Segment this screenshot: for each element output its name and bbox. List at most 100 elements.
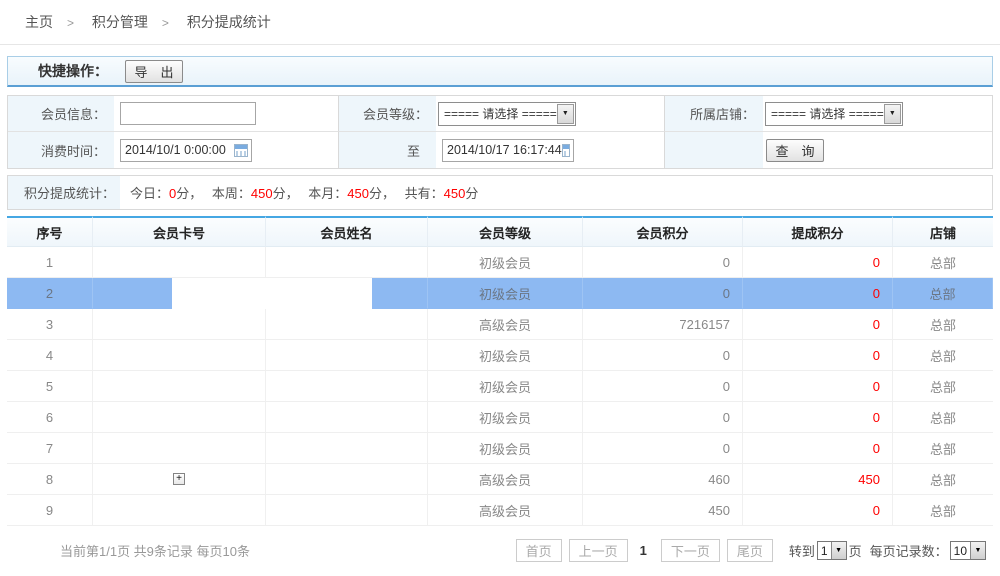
cell-name (266, 309, 428, 340)
table-header: 序号 会员卡号 会员姓名 会员等级 会员积分 提成积分 店铺 (7, 216, 993, 247)
calendar-icon[interactable] (562, 144, 570, 157)
cell-points: 0 (583, 247, 743, 278)
table-row[interactable]: 7 初级会员 0 0 总部 (7, 433, 993, 464)
cell-points: 0 (583, 433, 743, 464)
time-from-input[interactable]: 2014/10/1 0:00:00 (120, 139, 252, 162)
table-footer: 当前第1/1页 共9条记录 每页10条 首页 上一页 1 下一页 尾页 转到 1… (0, 526, 1000, 562)
store-cell: ===== 请选择 ===== ▼ (763, 96, 992, 132)
cell-name (266, 371, 428, 402)
cell-name (266, 433, 428, 464)
member-level-label: 会员等级： (338, 96, 436, 132)
col-header-card: 会员卡号 (93, 216, 266, 247)
cell-card (93, 371, 266, 402)
per-page-label: 每页记录数： (870, 541, 948, 560)
cell-level: 初级会员 (428, 371, 583, 402)
col-header-commission: 提成积分 (743, 216, 893, 247)
table-row[interactable]: 1 初级会员 0 0 总部 (7, 247, 993, 278)
table-row[interactable]: 4 初级会员 0 0 总部 (7, 340, 993, 371)
breadcrumb-current-page: 积分提成统计 (187, 14, 271, 30)
time-to-input[interactable]: 2014/10/17 16:17:44 (442, 139, 574, 162)
cell-card (93, 402, 266, 433)
export-button[interactable]: 导 出 (125, 60, 183, 83)
table-row[interactable]: 8 + 高级会员 460 450 总部 (7, 464, 993, 495)
table-body: 1 初级会员 0 0 总部 2 初级会员 0 0 总部 3 (7, 247, 993, 526)
page-summary: 当前第1/1页 共9条记录 每页10条 (60, 541, 250, 560)
cell-card (93, 340, 266, 371)
stats-items: 今日：0分， 本周：450分， 本月：450分， 共有：450分 (120, 183, 484, 202)
time-to-cell: 2014/10/17 16:17:44 (436, 132, 664, 168)
cell-level: 高级会员 (428, 309, 583, 340)
chevron-down-icon[interactable]: ▼ (884, 104, 901, 124)
cell-store: 总部 (893, 464, 993, 495)
cell-store: 总部 (893, 402, 993, 433)
chevron-down-icon[interactable]: ▼ (970, 542, 985, 559)
cell-points: 0 (583, 278, 743, 309)
goto-label: 转到 (789, 541, 815, 560)
goto-page-select[interactable]: 1 ▼ (817, 541, 847, 560)
breadcrumb-home[interactable]: 主页 (25, 14, 53, 30)
table-row[interactable]: 5 初级会员 0 0 总部 (7, 371, 993, 402)
breadcrumb-points-management[interactable]: 积分管理 (92, 14, 148, 30)
col-header-name: 会员姓名 (266, 216, 428, 247)
cell-card (93, 309, 266, 340)
table-row[interactable]: 3 高级会员 7216157 0 总部 (7, 309, 993, 340)
stats-bar: 积分提成统计： 今日：0分， 本周：450分， 本月：450分， 共有：450分 (7, 175, 993, 210)
member-level-select[interactable]: ===== 请选择 ===== ▼ (438, 102, 576, 126)
breadcrumb-separator: > (67, 16, 74, 30)
cell-level: 初级会员 (428, 278, 583, 309)
quick-actions-label: 快捷操作： (38, 61, 108, 81)
cell-commission: 0 (743, 371, 893, 402)
points-commission-page: 主页 > 积分管理 > 积分提成统计 快捷操作： 导 出 会员信息： 会员等级： =… (0, 0, 1000, 576)
cell-commission: 0 (743, 309, 893, 340)
cell-store: 总部 (893, 433, 993, 464)
cell-name (266, 464, 428, 495)
cell-commission: 450 (743, 464, 893, 495)
table-row[interactable]: 9 高级会员 450 0 总部 (7, 495, 993, 526)
cell-name (266, 402, 428, 433)
goto-page-value: 1 (818, 544, 831, 558)
member-info-cell (114, 96, 338, 132)
prev-page-button[interactable]: 上一页 (569, 539, 628, 562)
cell-index: 9 (7, 495, 93, 526)
table-row[interactable]: 6 初级会员 0 0 总部 (7, 402, 993, 433)
cell-index: 2 (7, 278, 93, 309)
stats-label: 积分提成统计： (8, 176, 120, 209)
chevron-down-icon[interactable]: ▼ (557, 104, 574, 124)
per-page-select[interactable]: 10 ▼ (950, 541, 986, 560)
redaction-overlay (172, 278, 372, 309)
cell-commission: 0 (743, 278, 893, 309)
time-to-value: 2014/10/17 16:17:44 (443, 143, 562, 157)
member-level-selected-value: ===== 请选择 ===== (439, 105, 557, 122)
search-button[interactable]: 查 询 (766, 139, 824, 162)
commission-table: 序号 会员卡号 会员姓名 会员等级 会员积分 提成积分 店铺 1 初级会员 0 … (7, 216, 993, 526)
member-info-input[interactable] (120, 102, 256, 125)
member-info-label: 会员信息： (8, 96, 114, 132)
filter-form: 会员信息： 会员等级： ===== 请选择 ===== ▼ 所属店铺： ====… (7, 95, 993, 169)
cell-level: 初级会员 (428, 433, 583, 464)
stats-week: 本周：450分， (212, 186, 299, 201)
table-row[interactable]: 2 初级会员 0 0 总部 (7, 278, 993, 309)
cell-index: 3 (7, 309, 93, 340)
search-cell: 查 询 (763, 132, 992, 168)
store-select[interactable]: ===== 请选择 ===== ▼ (765, 102, 903, 126)
last-page-button[interactable]: 尾页 (727, 539, 773, 562)
per-page-value: 10 (951, 544, 970, 558)
expand-icon[interactable]: + (173, 473, 185, 485)
stats-today: 今日：0分， (130, 186, 202, 201)
breadcrumb-separator: > (162, 16, 169, 30)
next-page-button[interactable]: 下一页 (661, 539, 720, 562)
col-header-level: 会员等级 (428, 216, 583, 247)
cell-level: 高级会员 (428, 464, 583, 495)
cell-commission: 0 (743, 495, 893, 526)
cell-index: 6 (7, 402, 93, 433)
calendar-icon[interactable] (234, 144, 248, 157)
quick-actions-bar: 快捷操作： 导 出 (7, 56, 993, 87)
first-page-button[interactable]: 首页 (516, 539, 562, 562)
cell-index: 1 (7, 247, 93, 278)
cell-card (93, 247, 266, 278)
cell-level: 初级会员 (428, 402, 583, 433)
cell-points: 7216157 (583, 309, 743, 340)
chevron-down-icon[interactable]: ▼ (831, 542, 846, 559)
to-label: 至 (339, 141, 428, 160)
cell-commission: 0 (743, 402, 893, 433)
